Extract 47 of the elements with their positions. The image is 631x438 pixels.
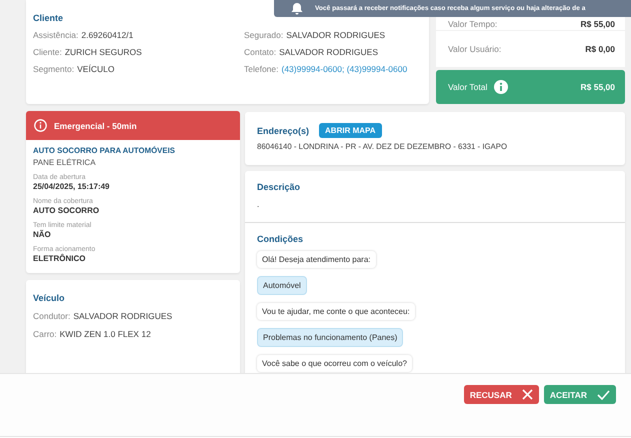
urgency-text: Emergencial - 50min [54, 120, 137, 130]
question-bubble: Vou te ajudar, me conte o que aconteceu: [257, 303, 415, 320]
field-label: Cliente: [33, 47, 62, 57]
value-amount: R$ 55,00 [580, 19, 615, 29]
field-label: Condutor: [33, 311, 70, 321]
field-label: Segurado: [244, 30, 284, 40]
field-value: SALVADOR RODRIGUES [279, 47, 378, 57]
close-icon [522, 389, 533, 400]
question-bubble: Você sabe o que ocorreu com o veículo? [257, 355, 412, 372]
detail-value: AUTO SOCORRO [33, 206, 100, 215]
detail-value: ELETRÔNICO [33, 254, 86, 263]
check-icon [597, 390, 610, 400]
reject-button[interactable]: RECUSAR [464, 385, 539, 404]
info-icon [494, 80, 508, 94]
section-title: Cliente [33, 13, 64, 23]
section-title: Veículo [33, 293, 66, 303]
field-value: 2.69260412/1 [81, 30, 134, 40]
value-label: Valor Tempo: [448, 19, 498, 29]
phone-link[interactable]: (43)99994-0600; (43)99994-0600 [282, 64, 408, 74]
field-label: Carro: [33, 329, 57, 339]
field-value: ZURICH SEGUROS [64, 47, 142, 57]
description-text: . [257, 200, 260, 209]
field-label: Assistência: [33, 30, 78, 40]
section-title: Descrição [257, 182, 302, 192]
question-bubble: Olá! Deseja atendimento para: [257, 251, 376, 268]
value-amount: R$ 55,00 [580, 82, 615, 92]
answer-bubble: Automóvel [257, 276, 307, 295]
section-title: Condições [257, 234, 304, 244]
service-subtitle: PANE ELÉTRICA [33, 158, 97, 167]
value-label: Valor Total [448, 82, 488, 92]
info-icon [34, 119, 47, 132]
accept-button[interactable]: ACEITAR [544, 385, 616, 404]
field-value: VEÍCULO [77, 64, 114, 74]
field-value: SALVADOR RODRIGUES [286, 30, 386, 40]
section-title: Endereço(s) [257, 126, 310, 136]
open-map-button[interactable]: ABRIR MAPA [319, 123, 382, 138]
value-amount: R$ 0,00 [585, 44, 615, 54]
answer-bubble: Problemas no funcionamento (Panes) [257, 328, 404, 347]
field-label: Telefone: [244, 64, 278, 74]
field-value: SALVADOR RODRIGUES [73, 311, 172, 321]
bell-icon [291, 2, 303, 15]
field-label: Segmento: [33, 64, 74, 74]
field-value: KWID ZEN 1.0 FLEX 12 [60, 329, 151, 339]
detail-value: 25/04/2025, 15:17:49 [33, 182, 111, 191]
field-label: Contato: [244, 47, 276, 57]
value-label: Valor Usuário: [448, 44, 502, 54]
detail-value: NÃO [33, 230, 52, 239]
